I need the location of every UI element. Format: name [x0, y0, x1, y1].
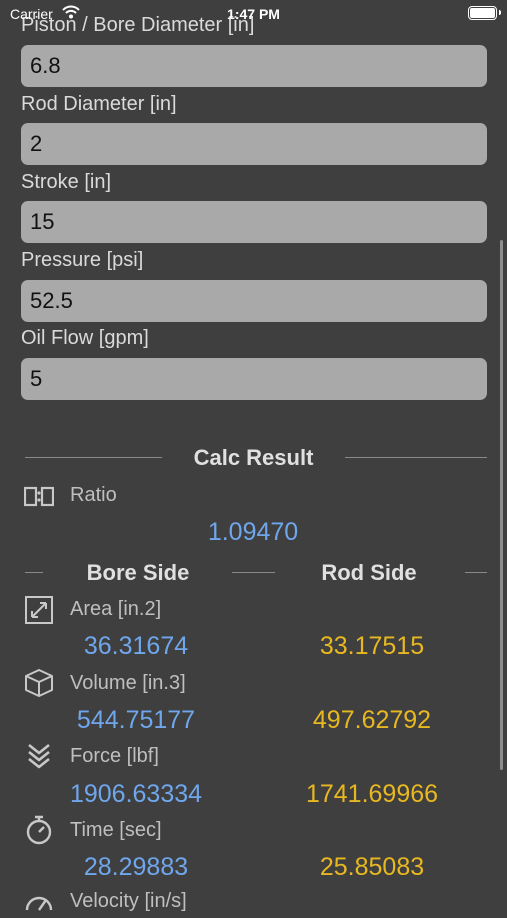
stroke-label: Stroke [in] — [21, 171, 112, 193]
velocity-icon — [25, 896, 53, 911]
divider — [465, 572, 487, 573]
oil-flow-label: Oil Flow [gpm] — [21, 327, 149, 349]
scroll-indicator[interactable] — [500, 240, 503, 770]
clock: 1:47 PM — [227, 6, 280, 22]
volume-label: Volume [in.3] — [70, 672, 186, 694]
time-bore-value: 28.29883 — [83, 853, 189, 881]
stroke-input[interactable]: 15 — [21, 201, 487, 243]
time-label: Time [sec] — [70, 819, 162, 841]
divider — [232, 572, 275, 573]
force-rod-value: 1741.69966 — [305, 780, 439, 808]
bore-side-header: Bore Side — [86, 560, 190, 585]
bore-diameter-input[interactable]: 6.8 — [21, 45, 487, 87]
rod-diameter-label: Rod Diameter [in] — [21, 93, 177, 115]
area-bore-value: 36.31674 — [83, 632, 189, 660]
velocity-label: Velocity [in/s] — [70, 890, 187, 912]
volume-bore-value: 544.75177 — [76, 706, 196, 734]
time-rod-value: 25.85083 — [319, 853, 425, 881]
pressure-input[interactable]: 52.5 — [21, 280, 487, 322]
oil-flow-input[interactable]: 5 — [21, 358, 487, 400]
calc-result-title: Calc Result — [193, 445, 314, 470]
force-label: Force [lbf] — [70, 745, 159, 767]
area-icon — [25, 596, 53, 624]
force-bore-value: 1906.63334 — [69, 780, 203, 808]
area-label: Area [in.2] — [70, 598, 162, 620]
rod-diameter-input[interactable]: 2 — [21, 123, 487, 165]
ratio-icon — [24, 486, 54, 507]
battery-icon — [468, 6, 497, 20]
ratio-value: 1.09470 — [207, 518, 299, 546]
ratio-label: Ratio — [70, 484, 117, 506]
volume-icon — [25, 669, 53, 697]
divider — [25, 572, 43, 573]
area-rod-value: 33.17515 — [319, 632, 425, 660]
status-bar: Carrier 1:47 PM — [0, 0, 507, 28]
volume-rod-value: 497.62792 — [312, 706, 432, 734]
rod-side-header: Rod Side — [321, 560, 417, 585]
time-icon — [26, 815, 52, 845]
force-icon — [28, 743, 50, 769]
pressure-label: Pressure [psi] — [21, 249, 144, 271]
divider — [345, 457, 487, 458]
